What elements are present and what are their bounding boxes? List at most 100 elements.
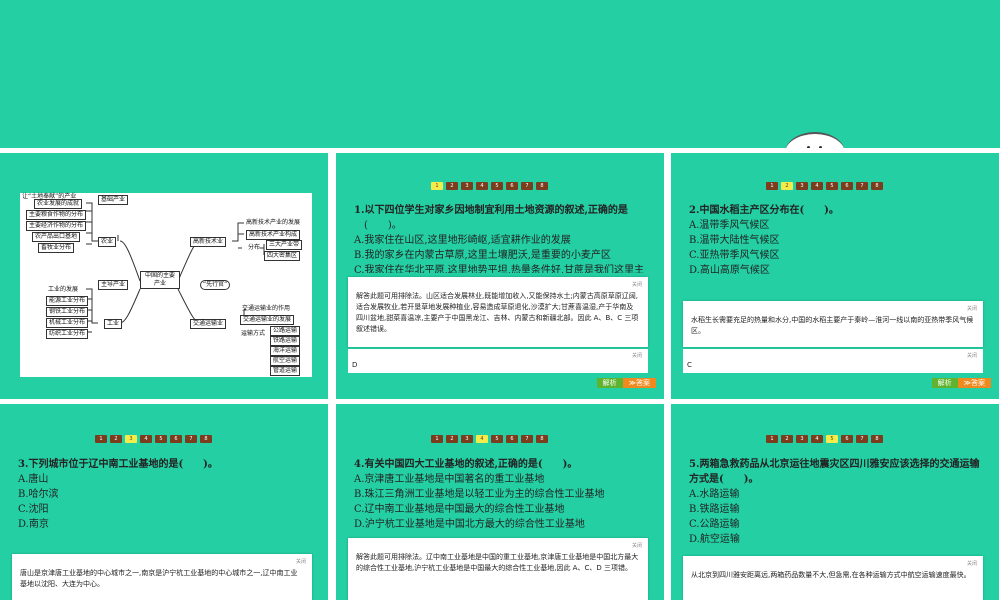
page-button[interactable]: 4 [476,435,488,443]
page-button[interactable]: 5 [491,435,503,443]
page-button[interactable]: 1 [431,182,443,190]
page-button[interactable]: 1 [766,182,778,190]
page-button[interactable]: 6 [506,182,518,190]
page-button[interactable]: 7 [185,435,197,443]
page-button[interactable]: 3 [125,435,137,443]
option-a[interactable]: A.温带季风气候区 [689,218,989,233]
question-stem: 5.两箱急救药品从北京运往地震灾区四川雅安应该选择的交通运输方式是( )。 [689,459,980,485]
page-nav: 1 2 3 4 5 6 7 8 [766,435,883,443]
answer-button[interactable]: ≫答案 [957,378,991,388]
map-item: 主要粮食作物的分布 [26,210,87,220]
page-button[interactable]: 6 [170,435,182,443]
option-a[interactable]: A.唐山 [18,472,318,487]
option-c[interactable]: C.辽中南工业基地是中国最大的综合性工业基地 [354,502,659,517]
page-button[interactable]: 4 [476,182,488,190]
question-stem: 1.以下四位学生对家乡因地制宜利用土地资源的叙述,正确的是 [354,205,628,216]
option-d[interactable]: D.高山高原气候区 [689,263,989,278]
mind-map: 让“土地奉献”的产业 基础产业 农业 农业发展的成就 主要粮食作物的分布 主要经… [20,193,312,377]
option-b[interactable]: B.铁路运输 [689,502,989,517]
explanation-panel: 关闭 解答此题可用排除法。山区适合发展林业,既能增加收入,又能保持水土;内蒙古高… [348,277,648,347]
page-button[interactable]: 3 [796,182,808,190]
map-node-leading: 主导产业 [98,280,129,290]
option-d[interactable]: D.沪宁杭工业基地是中国北方最大的综合性工业基地 [354,517,659,532]
option-c[interactable]: C.公路运输 [689,517,989,532]
explanation-panel: 关闭 解答此题可用排除法。辽中南工业基地是中国的重工业基地,京津唐工业基地是中国… [348,538,648,600]
page-button[interactable]: 6 [506,435,518,443]
page-button[interactable]: 3 [461,182,473,190]
map-item: 交通运输业的发展 [240,315,295,325]
page-button[interactable]: 2 [781,182,793,190]
option-b[interactable]: B.我的家乡在内蒙古草原,这里土壤肥沃,是重要的小麦产区 [354,248,654,263]
page-button[interactable]: 4 [811,182,823,190]
page-button[interactable]: 8 [871,182,883,190]
answer-button[interactable]: ≫答案 [622,378,656,388]
explanation-text: 唐山是京津唐工业基地的中心城市之一,南京是沪宁杭工业基地的中心城市之一,辽中南工… [20,569,298,588]
page-button[interactable]: 8 [871,435,883,443]
page-nav: 1 2 3 4 5 6 7 8 [431,182,548,190]
page-button[interactable]: 3 [461,435,473,443]
page-button[interactable]: 8 [536,435,548,443]
page-button[interactable]: 1 [766,435,778,443]
page-button[interactable]: 6 [841,182,853,190]
question-paren: ( )。 [364,220,402,231]
page-button[interactable]: 5 [155,435,167,443]
close-button[interactable]: 关闭 [632,280,642,291]
page-nav: 1 2 3 4 5 6 7 8 [95,435,212,443]
page-button[interactable]: 7 [856,182,868,190]
map-item: 机械工业分布 [46,318,89,328]
page-button[interactable]: 8 [200,435,212,443]
slide-mindmap: 让“土地奉献”的产业 基础产业 农业 农业发展的成就 主要粮食作物的分布 主要经… [0,153,328,399]
close-button[interactable]: 关闭 [632,541,642,552]
eye-icon [819,146,822,148]
map-item: 主要经济作物的分布 [26,221,87,231]
slide-q5: 1 2 3 4 5 6 7 8 5.两箱急救药品从北京运往地震灾区四川雅安应该选… [671,404,999,600]
option-b[interactable]: B.珠江三角洲工业基地是以轻工业为主的综合性工业基地 [354,487,659,502]
analysis-button[interactable]: 解析 [931,378,958,388]
question-1: 1.以下四位学生对家乡因地制宜利用土地资源的叙述,正确的是 ( )。 A.我家住… [354,203,654,273]
option-d[interactable]: D.南京 [18,517,318,532]
close-button[interactable]: 关闭 [296,557,306,568]
page-button[interactable]: 7 [856,435,868,443]
page-button[interactable]: 7 [521,435,533,443]
page-button[interactable]: 1 [95,435,107,443]
map-node-agriculture: 农业 [98,237,117,247]
option-c[interactable]: C.我家住在华北平原,这里地势平坦,热量条件好,甘蔗是我们这里主 [354,263,654,273]
page-button[interactable]: 2 [446,182,458,190]
cartoon-decoration-icon [785,132,845,148]
page-button[interactable]: 7 [521,182,533,190]
option-a[interactable]: A.京津唐工业基地是中国著名的重工业基地 [354,472,659,487]
close-button[interactable]: 关闭 [967,352,977,359]
page-button[interactable]: 5 [491,182,503,190]
option-a[interactable]: A.水路运输 [689,487,989,502]
map-item: 农业发展的成就 [34,199,83,209]
page-button[interactable]: 4 [140,435,152,443]
map-item: 公路运输 [270,326,301,336]
page-button[interactable]: 2 [781,435,793,443]
analysis-button[interactable]: 解析 [596,378,623,388]
page-button[interactable]: 3 [796,435,808,443]
page-button[interactable]: 6 [841,435,853,443]
option-b[interactable]: B.哈尔滨 [18,487,318,502]
page-nav: 1 2 3 4 5 6 7 8 [766,182,883,190]
option-c[interactable]: C.亚热带季风气候区 [689,248,989,263]
close-button[interactable]: 关闭 [632,352,642,359]
slide-q3: 1 2 3 4 5 6 7 8 3.下列城市位于辽中南工业基地的是( )。 A.… [0,404,328,600]
option-d[interactable]: D.航空运输 [689,532,989,547]
action-buttons: 解析 ≫答案 [931,378,991,388]
option-b[interactable]: B.温带大陆性气候区 [689,233,989,248]
map-item: 畜牧业分布 [38,243,75,253]
page-button[interactable]: 2 [446,435,458,443]
page-button[interactable]: 2 [110,435,122,443]
question-4: 4.有关中国四大工业基地的叙述,正确的是( )。 A.京津唐工业基地是中国著名的… [354,457,659,532]
page-button[interactable]: 1 [431,435,443,443]
option-c[interactable]: C.沈阳 [18,502,318,517]
map-node-pioneer: “先行官” [200,280,231,290]
close-button[interactable]: 关闭 [967,559,977,570]
option-a[interactable]: A.我家住在山区,这里地形崎岖,适宜耕作业的发展 [354,233,654,248]
page-button[interactable]: 4 [811,435,823,443]
page-button[interactable]: 5 [826,435,838,443]
map-item: 高新技术产业构成 [246,230,301,240]
close-button[interactable]: 关闭 [967,304,977,315]
page-button[interactable]: 5 [826,182,838,190]
page-button[interactable]: 8 [536,182,548,190]
